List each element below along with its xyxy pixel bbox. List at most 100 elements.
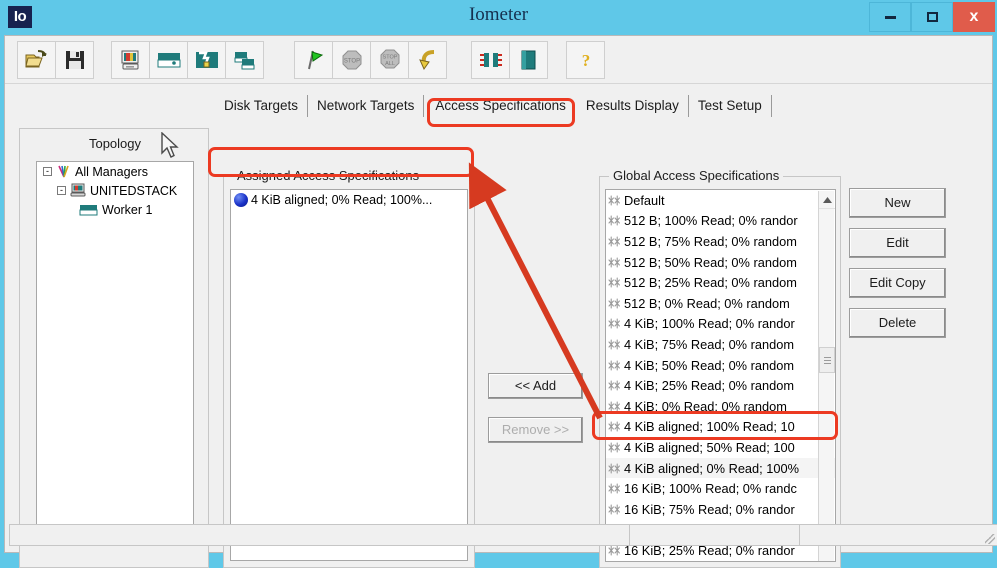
access-spec-label: 4 KiB; 75% Read; 0% random xyxy=(624,336,795,352)
expander-icon[interactable]: - xyxy=(57,186,66,195)
grip-icon xyxy=(823,356,831,364)
list-item[interactable]: 4 KiB; 50% Read; 0% random xyxy=(606,355,835,376)
svg-text:ALL: ALL xyxy=(385,61,395,67)
resize-grip-icon[interactable] xyxy=(985,534,995,544)
list-item[interactable]: 16 KiB; 75% Read; 0% randor xyxy=(606,499,835,520)
list-item[interactable]: 512 B; 50% Read; 0% random xyxy=(606,252,835,273)
toolbar-group-misc xyxy=(471,41,548,79)
access-spec-label: 4 KiB; 50% Read; 0% random xyxy=(624,357,795,373)
title-bar: Io Iometer x xyxy=(0,0,997,35)
list-item[interactable]: 16 KiB; 100% Read; 0% randc xyxy=(606,478,835,499)
tree-node-unitedstack[interactable]: - UNITEDSTACK xyxy=(37,181,193,200)
tab-test-setup[interactable]: Test Setup xyxy=(689,95,772,117)
add-button[interactable]: << Add xyxy=(488,373,583,399)
access-spec-icon xyxy=(608,256,621,269)
stop-test-icon[interactable]: STOP xyxy=(332,41,371,79)
open-file-icon[interactable] xyxy=(17,41,56,79)
access-spec-label: 4 KiB; 25% Read; 0% random xyxy=(624,378,795,394)
global-action-buttons: New Edit Edit Copy Delete xyxy=(849,188,946,348)
list-item[interactable]: 16 KiB; 0% Read; 0% random xyxy=(606,561,835,562)
access-spec-icon xyxy=(608,214,621,227)
global-group-label: Global Access Specifications xyxy=(609,168,784,183)
access-spec-icon xyxy=(608,297,621,310)
access-spec-icon xyxy=(608,441,621,454)
new-manager-icon[interactable] xyxy=(111,41,150,79)
blue-dot-icon xyxy=(234,193,248,207)
maximize-button[interactable] xyxy=(911,2,953,32)
remove-button: Remove >> xyxy=(488,417,583,443)
tab-access-specifications[interactable]: Access Specifications xyxy=(424,95,577,117)
svg-text:?: ? xyxy=(581,51,590,70)
access-spec-label: 4 KiB aligned; 100% Read; 10 xyxy=(624,419,795,435)
tab-results-display[interactable]: Results Display xyxy=(577,95,689,117)
global-list-scrollbar[interactable] xyxy=(818,191,835,561)
toolbar: STOP STOP ALL ? xyxy=(5,36,992,84)
exit-icon[interactable] xyxy=(509,41,548,79)
list-item[interactable]: 512 B; 25% Read; 0% random xyxy=(606,272,835,293)
swap-icon[interactable] xyxy=(471,41,510,79)
access-spec-label: Default xyxy=(624,192,665,208)
tab-network-targets[interactable]: Network Targets xyxy=(308,95,425,117)
minimize-button[interactable] xyxy=(869,2,911,32)
save-file-icon[interactable] xyxy=(55,41,94,79)
tree-node-all-managers[interactable]: - All Managers xyxy=(37,162,193,181)
window-title: Iometer xyxy=(468,4,529,25)
scrollbar-thumb[interactable] xyxy=(819,347,835,373)
list-item[interactable]: 4 KiB; 100% Read; 0% randor xyxy=(606,314,835,335)
tree-label: All Managers xyxy=(75,164,148,179)
close-button[interactable]: x xyxy=(953,2,995,32)
topology-tree[interactable]: - All Managers - UNITEDSTACK Worker 1 xyxy=(36,161,194,539)
list-item[interactable]: 4 KiB; 75% Read; 0% random xyxy=(606,334,835,355)
disconnect-icon[interactable] xyxy=(187,41,226,79)
transfer-buttons: << Add Remove >> xyxy=(488,373,583,443)
access-spec-icon xyxy=(608,379,621,392)
access-spec-icon xyxy=(608,359,621,372)
status-cell-3 xyxy=(800,525,997,545)
list-item[interactable]: 4 KiB aligned; 0% Read; 100%... xyxy=(231,190,467,210)
reset-icon[interactable] xyxy=(408,41,447,79)
new-button[interactable]: New xyxy=(849,188,946,218)
tab-disk-targets[interactable]: Disk Targets xyxy=(215,95,309,117)
expander-icon[interactable]: - xyxy=(43,167,52,176)
assigned-group-label: Assigned Access Specifications xyxy=(233,168,424,183)
list-item[interactable]: 4 KiB; 0% Read; 0% random xyxy=(606,396,835,417)
list-item[interactable]: 512 B; 0% Read; 0% random xyxy=(606,293,835,314)
tab-bar: Disk Targets Network Targets Access Spec… xyxy=(215,91,772,117)
access-spec-label: 512 B; 75% Read; 0% random xyxy=(624,233,797,249)
access-spec-icon xyxy=(608,462,621,475)
list-item[interactable]: 512 B; 100% Read; 0% randor xyxy=(606,211,835,232)
access-spec-icon xyxy=(608,276,621,289)
list-item[interactable]: Default xyxy=(606,190,835,211)
access-spec-label: 512 B; 0% Read; 0% random xyxy=(624,295,790,311)
start-tests-icon[interactable] xyxy=(294,41,333,79)
access-spec-label: 512 B; 100% Read; 0% randor xyxy=(624,213,798,229)
maximize-icon xyxy=(926,12,938,22)
access-spec-label: 4 KiB aligned; 0% Read; 100% xyxy=(624,460,800,476)
assigned-access-list[interactable]: 4 KiB aligned; 0% Read; 100%... xyxy=(230,189,468,561)
global-access-list[interactable]: Default 512 B; 100% Read; 0% randor 512 B;… xyxy=(605,189,836,562)
access-spec-icon xyxy=(608,503,621,516)
stop-all-tests-icon[interactable]: STOP ALL xyxy=(370,41,409,79)
toolbar-group-help: ? xyxy=(566,41,605,79)
toolbar-group-topology xyxy=(111,41,264,79)
delete-button[interactable]: Delete xyxy=(849,308,946,338)
edit-copy-button[interactable]: Edit Copy xyxy=(849,268,946,298)
access-spec-label: 4 KiB; 100% Read; 0% randor xyxy=(624,316,795,332)
topology-panel: Topology - All Managers - UNITEDSTACK Wo… xyxy=(19,128,209,568)
new-worker-icon[interactable] xyxy=(149,41,188,79)
list-item[interactable]: 4 KiB aligned; 50% Read; 100 xyxy=(606,437,835,458)
duplicate-worker-icon[interactable] xyxy=(225,41,264,79)
help-icon[interactable]: ? xyxy=(566,41,605,79)
mouse-cursor-icon xyxy=(161,132,179,158)
tree-label: UNITEDSTACK xyxy=(90,183,178,198)
tree-node-worker-1[interactable]: Worker 1 xyxy=(37,200,193,219)
access-spec-label: 16 KiB; 75% Read; 0% randor xyxy=(624,501,795,517)
scroll-up-arrow-icon[interactable] xyxy=(819,191,835,209)
list-item[interactable]: 4 KiB aligned; 100% Read; 10 xyxy=(606,417,835,438)
list-item[interactable]: 4 KiB aligned; 0% Read; 100% xyxy=(606,457,835,479)
all-managers-icon xyxy=(58,165,69,178)
list-item[interactable]: 4 KiB; 25% Read; 0% random xyxy=(606,375,835,396)
edit-button[interactable]: Edit xyxy=(849,228,946,258)
list-item[interactable]: 512 B; 75% Read; 0% random xyxy=(606,231,835,252)
global-access-specifications-group: Global Access Specifications Default 512 … xyxy=(599,168,841,568)
